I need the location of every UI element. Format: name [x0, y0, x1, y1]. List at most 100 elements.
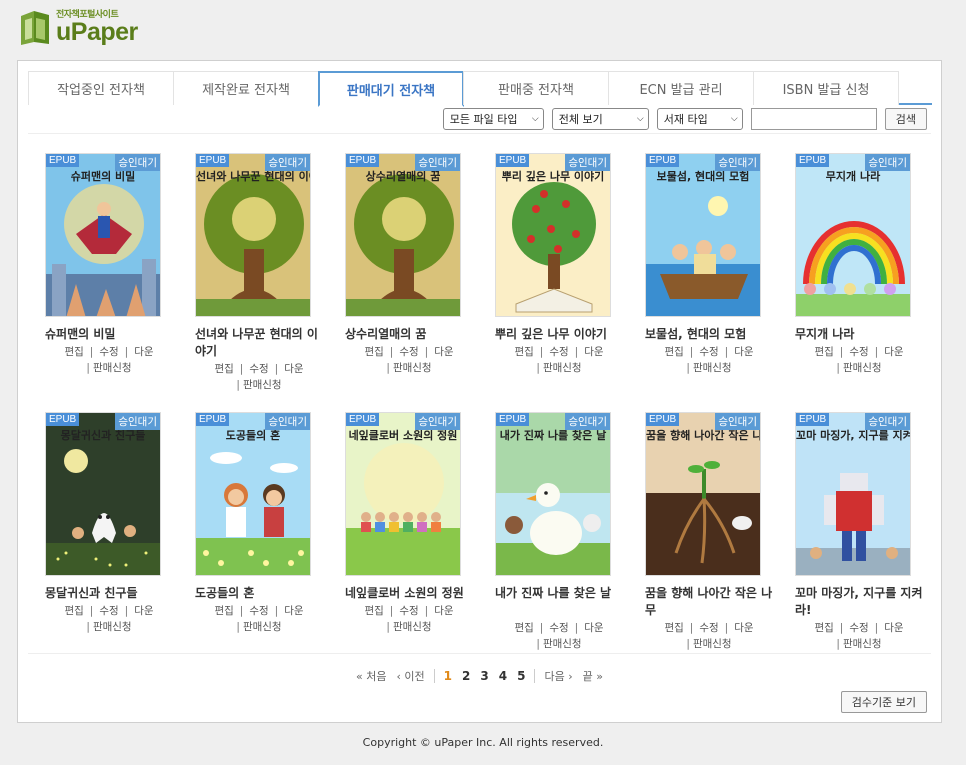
edit-link[interactable]: 편집: [814, 622, 833, 634]
download-link[interactable]: 다운: [884, 346, 903, 358]
sale-request-link[interactable]: 판매신청: [693, 362, 732, 374]
book-type-select[interactable]: 서재 타입 ⌵: [656, 108, 743, 130]
edit-link[interactable]: 편집: [64, 605, 83, 617]
book-title[interactable]: 몽달귀신과 친구들: [45, 585, 173, 602]
book-title[interactable]: 꿈을 향해 나아간 작은 나무: [645, 585, 773, 619]
download-link[interactable]: 다운: [734, 346, 753, 358]
modify-link[interactable]: 수정: [849, 622, 868, 634]
page-link-4[interactable]: 4: [499, 669, 507, 683]
prev-page-link[interactable]: ‹ 이전: [397, 668, 425, 684]
book-cover[interactable]: 도공들의 혼 EPUB 승인대기: [195, 412, 311, 576]
modify-link[interactable]: 수정: [699, 622, 718, 634]
modify-link[interactable]: 수정: [549, 346, 568, 358]
modify-link[interactable]: 수정: [399, 346, 418, 358]
inspection-guide-button[interactable]: 검수기준 보기: [840, 691, 927, 713]
page-link-3[interactable]: 3: [480, 669, 488, 683]
edit-link[interactable]: 편집: [364, 346, 383, 358]
modify-link[interactable]: 수정: [99, 605, 118, 617]
book-title[interactable]: 내가 진짜 나를 찾은 날: [495, 585, 623, 602]
book-title[interactable]: 슈퍼맨의 비밀: [45, 326, 173, 343]
book-cover[interactable]: 무지개 나라 EPUB 승인대기: [795, 153, 911, 317]
sale-request-link[interactable]: 판매신청: [543, 638, 582, 650]
book-cover[interactable]: 꼬마 마징가, 지구를 지켜라! EPUB 승인대기: [795, 412, 911, 576]
book-title[interactable]: 선녀와 나무꾼 현대의 이야기: [195, 326, 323, 360]
download-link[interactable]: 다운: [584, 346, 603, 358]
book-title[interactable]: 보물섬, 현대의 모험: [645, 326, 773, 343]
modify-link[interactable]: 수정: [249, 363, 268, 375]
separator: |: [536, 362, 540, 374]
download-link[interactable]: 다운: [584, 622, 603, 634]
separator: |: [686, 362, 690, 374]
edit-link[interactable]: 편집: [64, 346, 83, 358]
book-cover[interactable]: 내가 진짜 나를 찾은 날 EPUB 승인대기: [495, 412, 611, 576]
book-card: 몽달귀신과 친구들 EPUB 승인대기 몽달귀신과 친구들 편집 | 수정 | 다운 |…: [45, 412, 195, 671]
tab-3[interactable]: 판매대기 전자책: [318, 71, 464, 107]
book-title[interactable]: 네잎클로버 소원의 정원: [345, 585, 473, 602]
modify-link[interactable]: 수정: [699, 346, 718, 358]
divider: [433, 669, 435, 683]
edit-link[interactable]: 편집: [664, 346, 683, 358]
site-logo[interactable]: 전자책포털사이트 uPaper: [18, 8, 138, 48]
book-cover[interactable]: 네잎클로버 소원의 정원 EPUB 승인대기: [345, 412, 461, 576]
first-page-link[interactable]: « 처음: [356, 668, 386, 684]
sale-request-link[interactable]: 판매신청: [243, 621, 282, 633]
sale-request-link[interactable]: 판매신청: [393, 362, 432, 374]
book-title[interactable]: 뿌리 깊은 나무 이야기: [495, 326, 623, 343]
edit-link[interactable]: 편집: [814, 346, 833, 358]
edit-link[interactable]: 편집: [214, 605, 233, 617]
page-link-5[interactable]: 5: [517, 669, 525, 683]
book-cover[interactable]: 상수리열매의 꿈 EPUB 승인대기: [345, 153, 461, 317]
tab-4[interactable]: 판매중 전자책: [463, 71, 609, 105]
modify-link[interactable]: 수정: [249, 605, 268, 617]
last-page-link[interactable]: 끝 »: [583, 668, 603, 684]
book-title[interactable]: 무지개 나라: [795, 326, 923, 343]
edit-link[interactable]: 편집: [514, 346, 533, 358]
edit-link[interactable]: 편집: [514, 622, 533, 634]
tab-1[interactable]: 작업중인 전자책: [28, 71, 174, 105]
download-link[interactable]: 다운: [134, 346, 153, 358]
modify-link[interactable]: 수정: [399, 605, 418, 617]
sale-request-link[interactable]: 판매신청: [93, 621, 132, 633]
book-title[interactable]: 도공들의 혼: [195, 585, 323, 602]
book-cover[interactable]: 꿈을 향해 나아간 작은 나무 EPUB 승인대기: [645, 412, 761, 576]
search-input[interactable]: [750, 108, 877, 130]
sale-request-link[interactable]: 판매신청: [393, 621, 432, 633]
tab-6[interactable]: ISBN 발급 신청: [753, 71, 899, 105]
tab-5[interactable]: ECN 발급 관리: [608, 71, 754, 105]
download-link[interactable]: 다운: [734, 622, 753, 634]
edit-link[interactable]: 편집: [364, 605, 383, 617]
edit-link[interactable]: 편집: [664, 622, 683, 634]
status-badge: 승인대기: [265, 154, 310, 171]
download-link[interactable]: 다운: [884, 622, 903, 634]
book-cover[interactable]: 뿌리 깊은 나무 이야기 EPUB 승인대기: [495, 153, 611, 317]
book-title[interactable]: 꼬마 마징가, 지구를 지켜라!: [795, 585, 923, 619]
file-type-select[interactable]: 모든 파일 타입 ⌵: [442, 108, 544, 130]
book-cover[interactable]: 보물섬, 현대의 모험 EPUB 승인대기: [645, 153, 761, 317]
sale-request-link[interactable]: 판매신청: [243, 379, 282, 391]
download-link[interactable]: 다운: [434, 605, 453, 617]
modify-link[interactable]: 수정: [849, 346, 868, 358]
sale-request-link[interactable]: 판매신청: [693, 638, 732, 650]
search-button[interactable]: 검색: [884, 108, 927, 130]
next-page-link[interactable]: 다음 ›: [544, 668, 572, 684]
sale-request-link[interactable]: 판매신청: [543, 362, 582, 374]
download-link[interactable]: 다운: [284, 605, 303, 617]
download-link[interactable]: 다운: [134, 605, 153, 617]
book-cover[interactable]: 몽달귀신과 친구들 EPUB 승인대기: [45, 412, 161, 576]
sale-request-link[interactable]: 판매신청: [93, 362, 132, 374]
modify-link[interactable]: 수정: [549, 622, 568, 634]
edit-link[interactable]: 편집: [214, 363, 233, 375]
modify-link[interactable]: 수정: [99, 346, 118, 358]
sale-request-link[interactable]: 판매신청: [843, 638, 882, 650]
download-link[interactable]: 다운: [434, 346, 453, 358]
tab-2[interactable]: 제작완료 전자책: [173, 71, 319, 105]
sale-request-link[interactable]: 판매신청: [843, 362, 882, 374]
view-select[interactable]: 전체 보기 ⌵: [551, 108, 649, 130]
page-link-1[interactable]: 1: [444, 669, 452, 683]
download-link[interactable]: 다운: [284, 363, 303, 375]
ebook-panel: 작업중인 전자책 제작완료 전자책 판매대기 전자책 판매중 전자책 ECN 발급 관리…: [17, 60, 942, 723]
page-link-2[interactable]: 2: [462, 669, 470, 683]
book-title[interactable]: 상수리열매의 꿈: [345, 326, 473, 343]
book-cover[interactable]: 슈퍼맨의 비밀 EPUB 승인대기: [45, 153, 161, 317]
book-cover[interactable]: 선녀와 나무꾼 현대의 이야기 EPUB 승인대기: [195, 153, 311, 317]
